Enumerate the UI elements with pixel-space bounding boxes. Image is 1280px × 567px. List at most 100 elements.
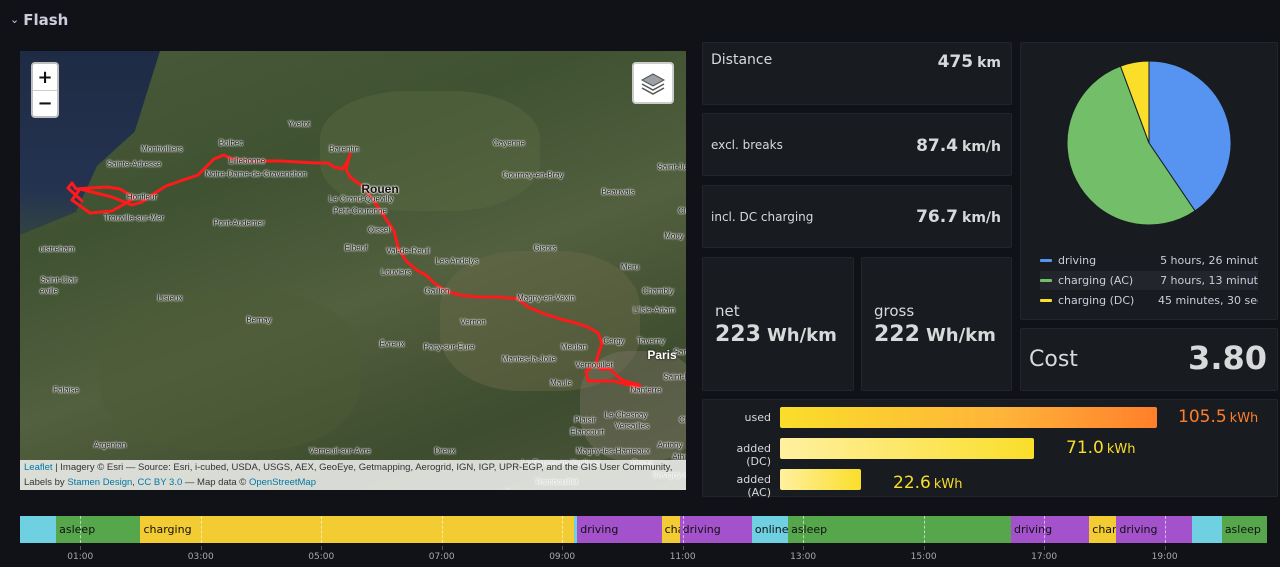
- layers-button[interactable]: [632, 62, 674, 104]
- net-number: 223: [715, 322, 761, 347]
- legend-item[interactable]: charging (DC) 45 minutes, 30 secon: [1040, 291, 1258, 310]
- town-label: Barentin: [329, 144, 359, 154]
- timeline-tick-label: 11:00: [669, 552, 696, 562]
- excl-breaks-number: 87.4: [916, 136, 959, 156]
- net-unit: Wh/km: [766, 325, 837, 346]
- ccby-link[interactable]: CC BY 3.0: [138, 477, 183, 488]
- timeline-tick-label: 01:00: [67, 552, 94, 562]
- timeline-segment[interactable]: driving: [1116, 516, 1192, 543]
- town-label: Mouy: [664, 231, 684, 241]
- town-label: Gisors: [533, 243, 557, 253]
- timeline-gridline: [682, 516, 684, 543]
- timeline-segment[interactable]: asleep: [1221, 516, 1267, 543]
- timeline-segment[interactable]: asleep: [56, 516, 141, 543]
- town-label: Maule: [550, 378, 572, 388]
- state-timeline[interactable]: asleepchargingdrivingchargingdrivingonli…: [20, 516, 1267, 543]
- chevron-down-icon[interactable]: ⌄: [10, 13, 19, 26]
- gross-unit: Wh/km: [925, 325, 996, 346]
- legend-name: charging (AC): [1058, 274, 1134, 287]
- town-label: Verneuil-sur-Avre: [309, 446, 371, 456]
- town-label: Chambly: [642, 286, 674, 296]
- legend-name: charging (DC): [1058, 294, 1135, 307]
- timeline-segment[interactable]: asleep: [788, 516, 1011, 543]
- timeline-gridline: [441, 516, 443, 543]
- timeline-segment[interactable]: [1191, 516, 1222, 543]
- timeline-segment[interactable]: charging: [1089, 516, 1117, 543]
- town-label: Vernouillet: [575, 360, 613, 370]
- timeline-tick: [80, 546, 82, 550]
- timeline-segment[interactable]: driving: [577, 516, 662, 543]
- gross-value: 222 Wh/km: [874, 322, 996, 347]
- cost-panel: Cost 3.80: [1020, 328, 1278, 391]
- legend-value: 5 hours, 26 minut: [1160, 254, 1258, 267]
- town-label: Magny-les-Hameaux: [576, 446, 650, 456]
- timeline-segment[interactable]: charging: [661, 516, 680, 543]
- town-label: Méru: [620, 262, 640, 272]
- town-label: Mantes-la-Jolie: [501, 354, 557, 364]
- distance-title: Distance: [711, 52, 773, 68]
- timeline-tick: [803, 546, 805, 550]
- map[interactable]: Yvetot Montivilliers Bolbec Barentin Cayenne…: [20, 51, 686, 490]
- zoom-in-button[interactable]: +: [33, 64, 57, 90]
- incl-dc-value: 76.7 km/h: [916, 207, 1001, 227]
- town-label: eville: [39, 286, 59, 296]
- town-label: Clermo: [678, 206, 686, 216]
- town-label: Elbeuf: [344, 243, 368, 253]
- energy-value-number: 105.5: [1178, 407, 1227, 427]
- osm-link[interactable]: OpenStreetMap: [249, 477, 316, 488]
- net-panel: net 223 Wh/km: [702, 257, 854, 391]
- timeline-tick-label: 19:00: [1151, 552, 1178, 562]
- town-label: Pacy-sur-Eure: [423, 342, 475, 352]
- energy-value-unit: kWh: [933, 477, 963, 492]
- legend-item[interactable]: charging (AC) 7 hours, 13 minut: [1040, 271, 1258, 290]
- leaflet-link[interactable]: Leaflet: [24, 462, 53, 473]
- timeline-tick: [1044, 546, 1046, 550]
- legend-item[interactable]: driving 5 hours, 26 minut: [1040, 251, 1258, 270]
- timeline-segment[interactable]: charging: [140, 516, 575, 543]
- timeline-tick: [923, 546, 925, 550]
- town-label: uistreham: [39, 244, 75, 254]
- town-label: Vernon: [460, 317, 486, 327]
- distance-unit: km: [977, 55, 1001, 71]
- net-value: 223 Wh/km: [715, 322, 837, 347]
- timeline-gridline: [562, 516, 564, 543]
- legend-swatch: [1040, 299, 1052, 302]
- town-label: Versailles: [614, 421, 650, 431]
- timeline-segment[interactable]: online: [751, 516, 789, 543]
- town-label: Trouville-sur-Mer: [103, 213, 165, 223]
- zoom-control[interactable]: + −: [31, 62, 59, 118]
- timeline-gridline: [200, 516, 202, 543]
- zoom-out-button[interactable]: −: [33, 90, 57, 116]
- energy-bar-label: used: [744, 411, 771, 424]
- town-label: Falaise: [53, 385, 79, 395]
- row-header[interactable]: ⌄ Flash: [10, 8, 68, 32]
- timeline-segment[interactable]: driving: [679, 516, 752, 543]
- timeline-segment[interactable]: driving: [1010, 516, 1090, 543]
- energy-value-unit: kWh: [1106, 442, 1136, 457]
- town-label: Saint-Just-en: [657, 162, 686, 172]
- distance-panel: Distance 475 km: [702, 42, 1012, 105]
- gross-number: 222: [874, 322, 920, 347]
- legend-name: driving: [1058, 254, 1097, 267]
- town-label: Magny-en-Vexin: [517, 293, 575, 303]
- timeline-tick: [562, 546, 564, 550]
- town-label: Cergy: [603, 336, 625, 346]
- stamen-link[interactable]: Stamen Design: [67, 477, 132, 488]
- timeline-axis: 01:00 03:00 05:00 07:00 09:00 11:00 13:00 15:00…: [20, 546, 1267, 564]
- incl-dc-number: 76.7: [916, 207, 959, 227]
- energy-value-unit: kWh: [1229, 411, 1259, 426]
- town-label: Saint-Denis: [663, 372, 686, 382]
- town-label: Le Chesnay: [604, 410, 648, 420]
- town-label: Bernay: [246, 315, 272, 325]
- town-label-paris: Paris: [647, 348, 677, 362]
- town-label: Lisieux: [157, 293, 183, 303]
- town-label: Gournay-en-Bray: [502, 170, 564, 180]
- town-label: L'Isle-Adam: [633, 305, 675, 315]
- energy-value-number: 71.0: [1066, 438, 1104, 458]
- cost-value: 3.80: [1188, 339, 1267, 377]
- town-label: Champ: [679, 415, 686, 425]
- town-label: Val-de-Reuil: [386, 246, 430, 256]
- net-title: net: [715, 302, 740, 320]
- energy-bar-value: 105.5 kWh: [1178, 407, 1258, 427]
- timeline-segment[interactable]: [20, 516, 57, 543]
